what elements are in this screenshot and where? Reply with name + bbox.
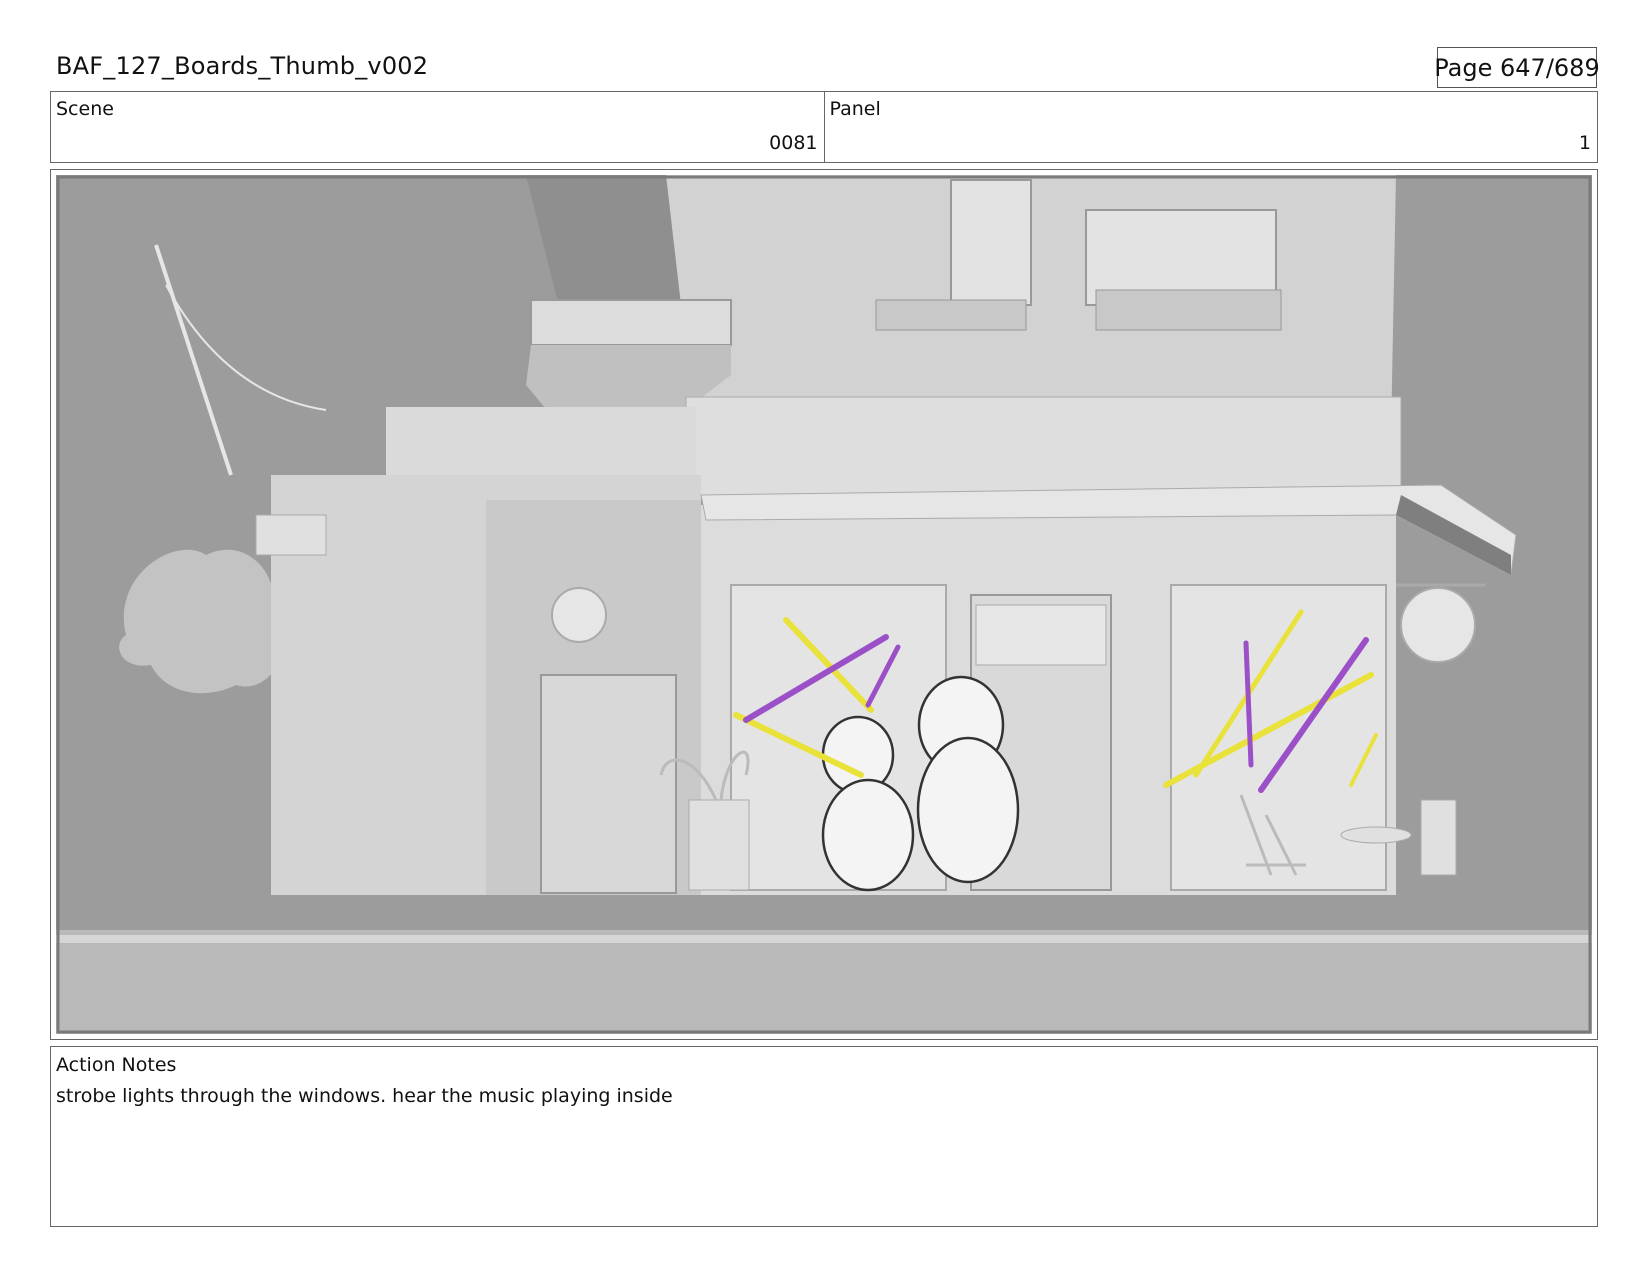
action-notes-text: strobe lights through the windows. hear …	[56, 1085, 673, 1107]
scene-cell: Scene 0081	[51, 92, 824, 162]
scene-number: 0081	[769, 132, 818, 154]
patio-table	[1340, 826, 1412, 844]
scene-panel-info-row: Scene 0081 Panel 1	[50, 91, 1598, 163]
action-notes-label: Action Notes	[56, 1054, 177, 1076]
left-door	[540, 674, 677, 894]
page-counter: Page 647/689	[1434, 47, 1600, 88]
shop-door-transom	[975, 604, 1107, 666]
storyboard-panel-image	[56, 175, 1592, 1034]
wall-lamp	[551, 587, 607, 643]
curb-line	[56, 935, 1592, 943]
plant-pot-left	[688, 799, 750, 891]
panel-label: Panel	[829, 98, 881, 120]
street	[56, 930, 1592, 1034]
left-ledge	[255, 514, 327, 556]
panel-cell: Panel 1	[823, 92, 1598, 162]
plant-pot-right	[1420, 799, 1457, 876]
panel-number: 1	[1578, 132, 1591, 154]
left-upper-block	[386, 407, 696, 477]
action-notes-box: Action Notes strobe lights through the w…	[50, 1046, 1598, 1227]
storyboard-panel-frame	[50, 169, 1598, 1040]
shop-window-right	[1170, 584, 1387, 891]
balcony	[530, 299, 732, 346]
planter-box-right	[1095, 289, 1282, 331]
upper-window-left	[950, 179, 1032, 306]
mid-band	[685, 396, 1402, 498]
planter-box-left	[875, 299, 1027, 331]
scene-label: Scene	[56, 98, 114, 120]
document-title: BAF_127_Boards_Thumb_v002	[56, 52, 429, 80]
hanging-sign	[1400, 587, 1476, 663]
